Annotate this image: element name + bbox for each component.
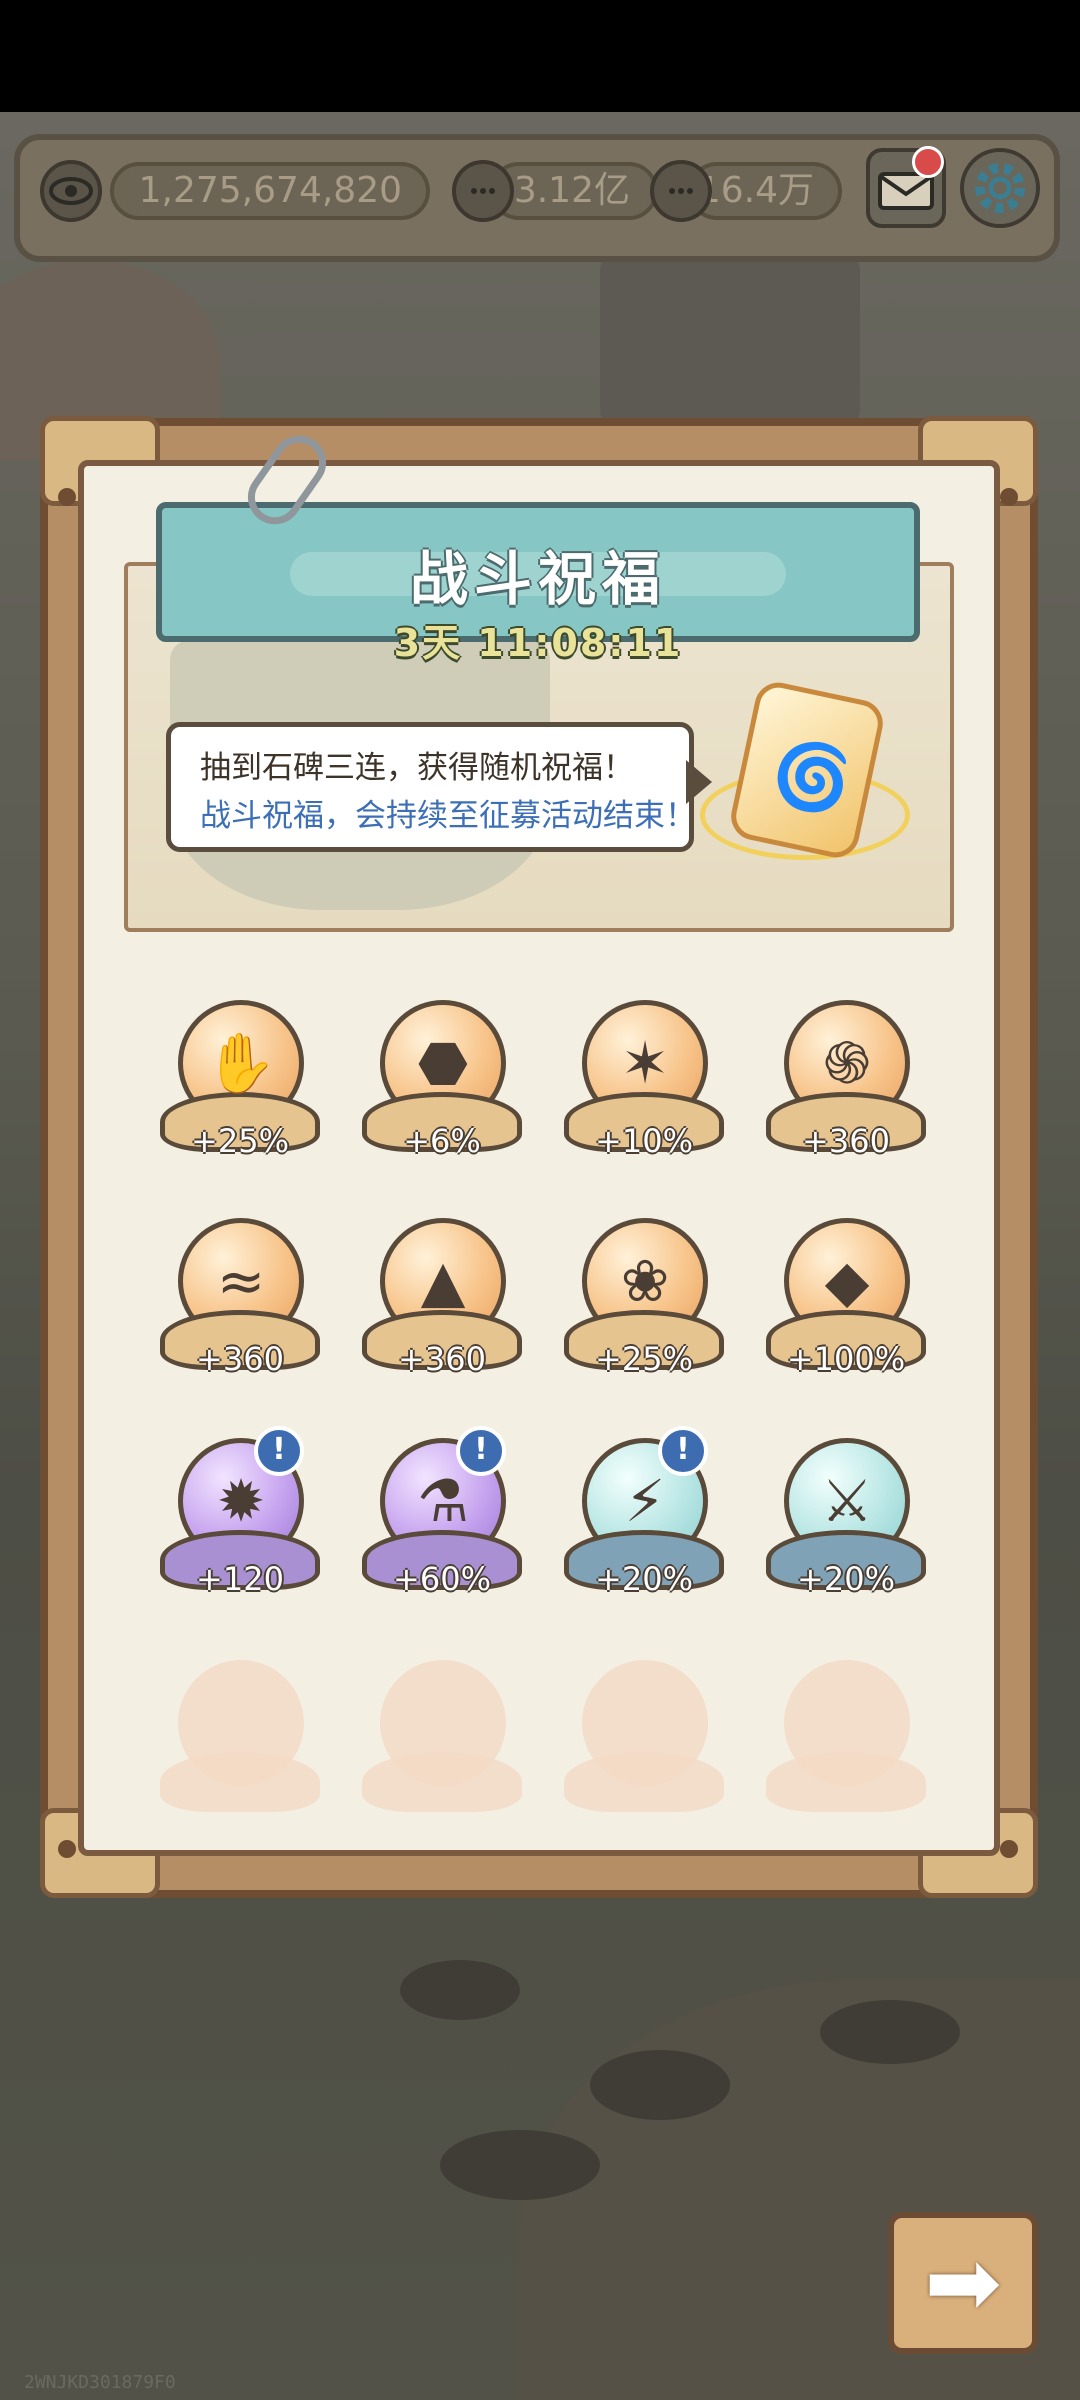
orb-value: +120: [196, 1560, 284, 1598]
nail: [1000, 1840, 1018, 1858]
orb-value: +360: [398, 1340, 486, 1378]
blessing-orb[interactable]: ≈ +360: [160, 1218, 320, 1394]
paw-icon: ❀: [620, 1247, 670, 1315]
empty-orb-slot: [766, 1660, 926, 1836]
blessing-orb[interactable]: ✶ +10%: [564, 1000, 724, 1176]
orb-value: +10%: [595, 1122, 693, 1160]
orb-value: +360: [802, 1122, 890, 1160]
info-icon[interactable]: !: [254, 1426, 304, 1476]
info-icon[interactable]: !: [456, 1426, 506, 1476]
bubble-text-highlight: 战斗祝福，会持续至征募活动结束！: [200, 798, 696, 834]
orb-value: +60%: [393, 1560, 491, 1598]
water-wave-icon: ≈: [216, 1247, 266, 1315]
chat-icon: [452, 160, 514, 222]
empty-orb-slot: [362, 1660, 522, 1836]
blessing-orb[interactable]: ✋ +25%: [160, 1000, 320, 1176]
sand-pile-icon: ▲: [420, 1247, 466, 1315]
orb-base: [564, 1752, 724, 1812]
totem-decoration: [600, 250, 860, 430]
blessing-orb[interactable]: ⚔ +20%: [766, 1438, 926, 1614]
eye-icon: [40, 160, 102, 222]
arrow-right-icon[interactable]: ➡: [908, 2228, 1018, 2338]
status-bar: [0, 0, 1080, 112]
blessing-orb[interactable]: ▲ +360: [362, 1218, 522, 1394]
orb-value: +25%: [191, 1122, 289, 1160]
claw-icon: ✋: [204, 1029, 278, 1097]
chat-counter-1: 3.12亿: [490, 162, 658, 220]
shield-icon: ◆: [824, 1247, 870, 1315]
device-watermark: 2WNJKD301879F0: [24, 2372, 176, 2393]
orb-base: [362, 1752, 522, 1812]
gear-icon: [975, 163, 1025, 213]
orb-value: +25%: [595, 1340, 693, 1378]
nail: [58, 1840, 76, 1858]
nail: [1000, 488, 1018, 506]
sword-icon: ⚔: [821, 1467, 873, 1535]
settings-button[interactable]: [960, 148, 1040, 228]
orb-value: +360: [196, 1340, 284, 1378]
stepping-stone: [440, 2130, 600, 2200]
orb-value: +6%: [403, 1122, 481, 1160]
eye-counter: 1,275,674,820: [110, 162, 430, 220]
blessing-orb[interactable]: ❀ +25%: [564, 1218, 724, 1394]
blessing-orb[interactable]: ◆ +100%: [766, 1218, 926, 1394]
orb-base: [160, 1752, 320, 1812]
blessing-orb[interactable]: ⬣ +6%: [362, 1000, 522, 1176]
stepping-stone: [820, 2000, 960, 2064]
stepping-stone: [400, 1960, 520, 2020]
orb-value: +20%: [797, 1560, 895, 1598]
orb-value: +100%: [786, 1340, 906, 1378]
countdown-timer: 3天 11:08:11: [393, 621, 683, 665]
wolf-head-icon: ✶: [620, 1029, 670, 1097]
spiral-rune-icon: 🌀: [772, 741, 852, 815]
blessing-orb[interactable]: ֍ +360: [766, 1000, 926, 1176]
nail: [58, 488, 76, 506]
page-title: 战斗祝福: [409, 545, 666, 613]
info-icon[interactable]: !: [658, 1426, 708, 1476]
bubble-text-primary: 抽到石碑三连，获得随机祝福！: [200, 750, 634, 786]
orb-value: +20%: [595, 1560, 693, 1598]
chat-icon: [650, 160, 712, 222]
turtle-shell-icon: ⬣: [417, 1029, 469, 1097]
orb-base: [766, 1752, 926, 1812]
stepping-stone: [590, 2050, 730, 2120]
wind-swirl-icon: ֍: [823, 1029, 871, 1097]
empty-orb-slot: [160, 1660, 320, 1836]
empty-orb-slot: [564, 1660, 724, 1836]
notification-dot: [912, 146, 944, 178]
